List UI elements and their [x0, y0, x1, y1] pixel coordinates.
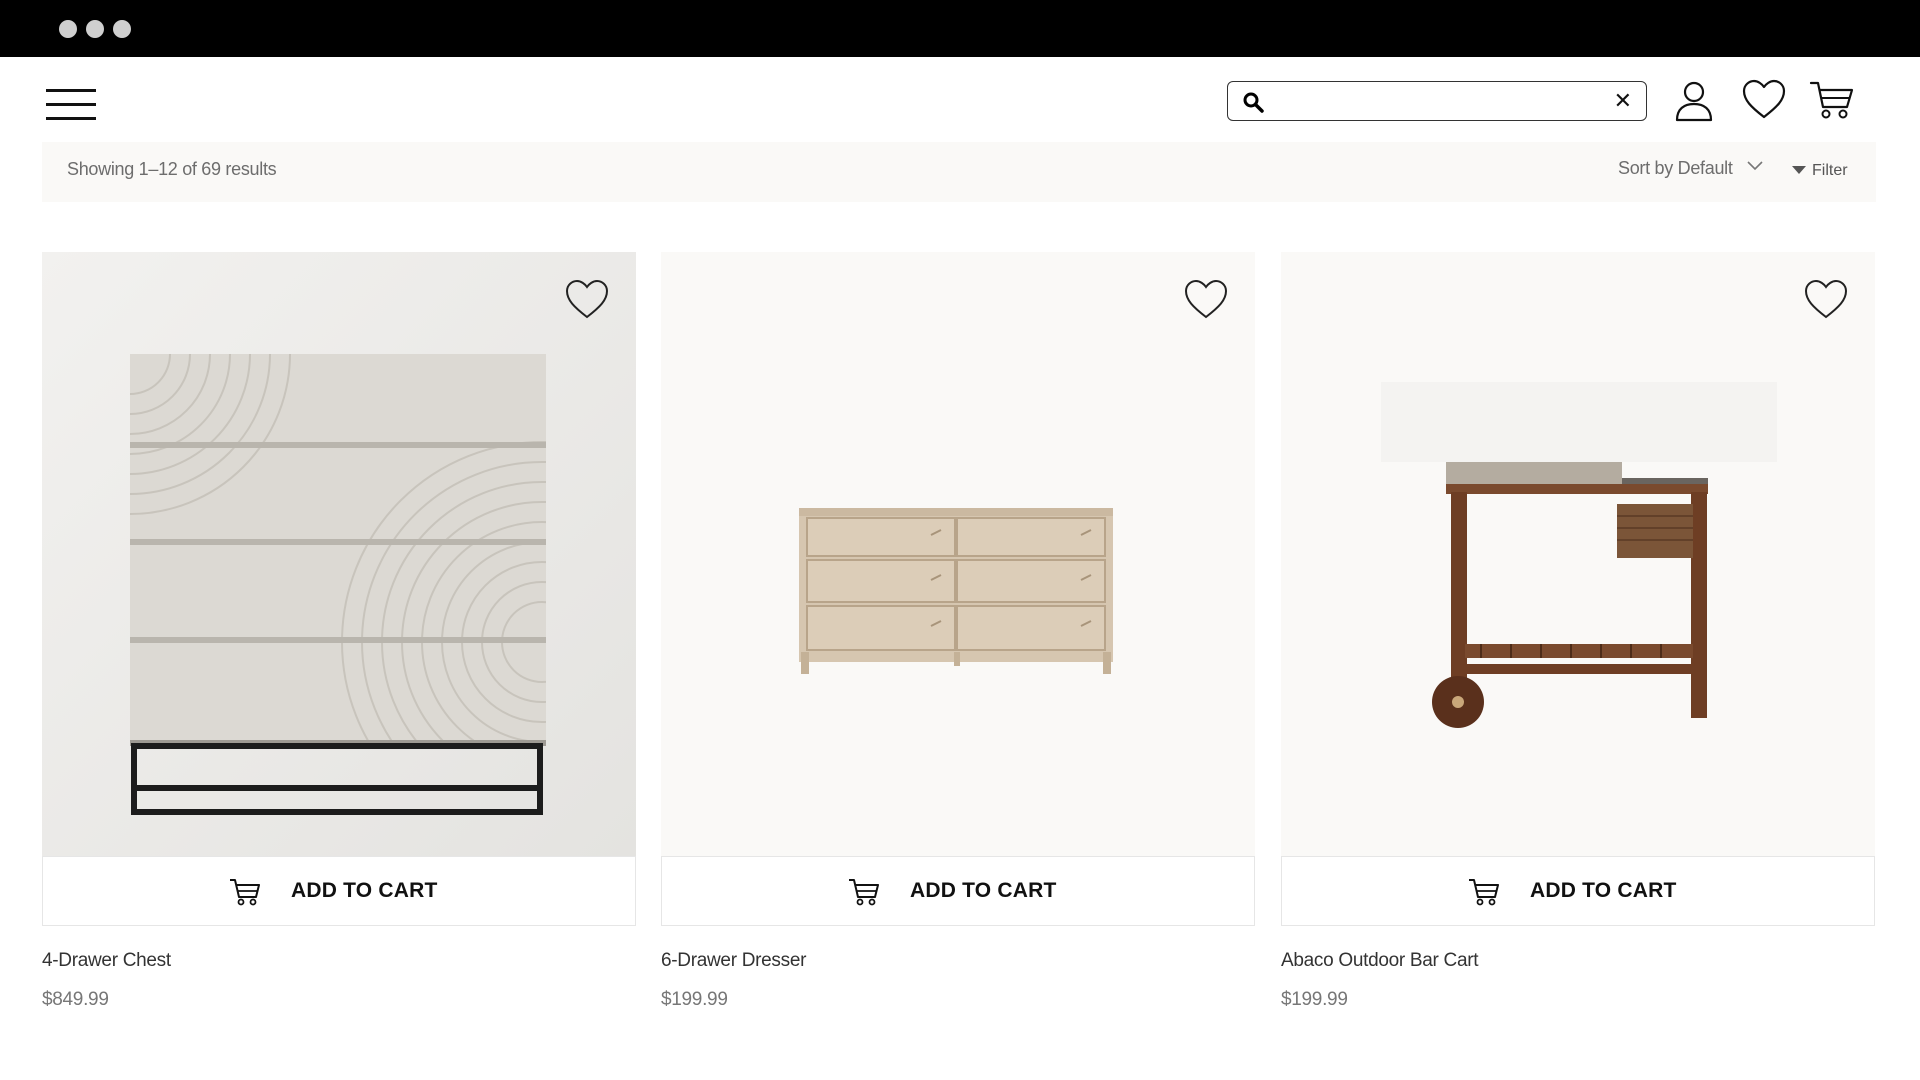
bar-cart-illustration: [1381, 382, 1777, 728]
product-image[interactable]: [1281, 252, 1875, 856]
heart-icon[interactable]: [1183, 278, 1229, 320]
add-to-cart-button[interactable]: ADD TO CART: [661, 856, 1255, 926]
filter-icon: [1792, 166, 1806, 174]
heart-icon[interactable]: [564, 278, 610, 320]
product-price: $849.99: [42, 989, 109, 1010]
clear-icon[interactable]: ✕: [1614, 89, 1632, 113]
site-header: ✕: [0, 57, 1920, 137]
product-name[interactable]: Abaco Outdoor Bar Cart: [1281, 950, 1479, 972]
product-image[interactable]: [661, 252, 1255, 856]
menu-icon[interactable]: [46, 89, 96, 121]
product-price: $199.99: [661, 989, 728, 1010]
chevron-down-icon: [1746, 161, 1763, 171]
search-input[interactable]: [1276, 88, 1600, 116]
window-control-dot[interactable]: [113, 20, 131, 38]
dresser-illustration: [799, 508, 1113, 674]
search-bar: ✕: [1227, 81, 1647, 121]
filter-label: Filter: [1812, 162, 1848, 179]
add-to-cart-label: ADD TO CART: [291, 879, 438, 902]
product-image[interactable]: [42, 252, 636, 856]
add-to-cart-button[interactable]: ADD TO CART: [42, 856, 636, 926]
add-to-cart-label: ADD TO CART: [1530, 879, 1677, 902]
account-icon[interactable]: [1671, 77, 1717, 123]
product-name[interactable]: 4-Drawer Chest: [42, 950, 171, 972]
results-toolbar: Showing 1–12 of 69 results Sort by Defau…: [42, 142, 1876, 202]
sort-label: Sort by Default: [1618, 158, 1733, 178]
window-control-dot[interactable]: [86, 20, 104, 38]
sort-dropdown[interactable]: Sort by Default: [1618, 158, 1763, 179]
product-name[interactable]: 6-Drawer Dresser: [661, 950, 806, 972]
search-icon[interactable]: [1242, 91, 1264, 113]
window-titlebar: [0, 0, 1920, 57]
cart-icon: [849, 879, 879, 906]
cart-icon: [230, 879, 260, 906]
add-to-cart-label: ADD TO CART: [910, 879, 1057, 902]
window-control-dot[interactable]: [59, 20, 77, 38]
cart-icon[interactable]: [1809, 77, 1855, 123]
heart-icon[interactable]: [1803, 278, 1849, 320]
results-count: Showing 1–12 of 69 results: [67, 159, 277, 179]
chest-illustration: [42, 252, 636, 856]
cart-icon: [1469, 879, 1499, 906]
filter-button[interactable]: Filter: [1792, 162, 1848, 180]
add-to-cart-button[interactable]: ADD TO CART: [1281, 856, 1875, 926]
wishlist-icon[interactable]: [1741, 77, 1787, 123]
product-price: $199.99: [1281, 989, 1348, 1010]
